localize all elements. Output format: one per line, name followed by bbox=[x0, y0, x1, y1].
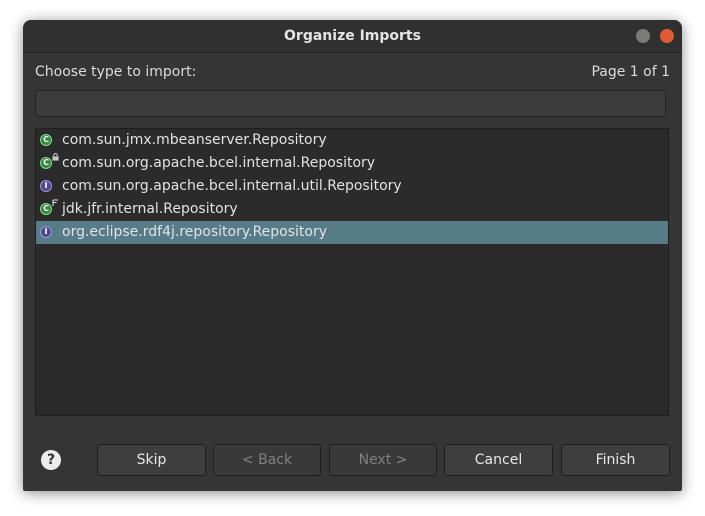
finish-button[interactable]: Finish bbox=[561, 444, 670, 476]
type-row[interactable]: C com.sun.jmx.mbeanserver.Repository bbox=[36, 129, 668, 152]
minimize-button[interactable] bbox=[636, 29, 650, 43]
class-icon: C bbox=[40, 203, 52, 215]
close-button[interactable] bbox=[660, 29, 674, 43]
type-row-label: com.sun.jmx.mbeanserver.Repository bbox=[62, 132, 327, 148]
choose-type-label: Choose type to import: bbox=[35, 64, 197, 80]
type-row-label: jdk.jfr.internal.Repository bbox=[62, 201, 238, 217]
lock-icon bbox=[52, 153, 59, 161]
type-filter-input[interactable] bbox=[35, 90, 666, 117]
type-row[interactable]: I com.sun.org.apache.bcel.internal.util.… bbox=[36, 175, 668, 198]
cancel-button[interactable]: Cancel bbox=[444, 444, 553, 476]
help-icon[interactable]: ? bbox=[41, 450, 61, 470]
interface-icon: I bbox=[40, 180, 52, 192]
type-row-selected[interactable]: I org.eclipse.rdf4j.repository.Repositor… bbox=[36, 221, 668, 244]
type-row[interactable]: C com.sun.org.apache.bcel.internal.Repos… bbox=[36, 152, 668, 175]
final-flag-icon bbox=[52, 199, 58, 206]
interface-icon: I bbox=[40, 226, 52, 238]
class-icon: C bbox=[40, 134, 52, 146]
type-row-label: org.eclipse.rdf4j.repository.Repository bbox=[62, 224, 328, 240]
page-indicator: Page 1 of 1 bbox=[591, 64, 670, 80]
type-row-label: com.sun.org.apache.bcel.internal.Reposit… bbox=[62, 155, 376, 171]
type-list[interactable]: C com.sun.jmx.mbeanserver.Repository C c… bbox=[35, 128, 669, 416]
organize-imports-dialog: Organize Imports Choose type to import: … bbox=[23, 20, 682, 491]
next-button[interactable]: Next > bbox=[329, 444, 437, 476]
title-bar[interactable]: Organize Imports bbox=[23, 20, 682, 53]
skip-button[interactable]: Skip bbox=[97, 444, 206, 476]
class-icon: C bbox=[40, 157, 52, 169]
dialog-title: Organize Imports bbox=[284, 28, 421, 44]
type-row[interactable]: C jdk.jfr.internal.Repository bbox=[36, 198, 668, 221]
back-button[interactable]: < Back bbox=[213, 444, 321, 476]
type-row-label: com.sun.org.apache.bcel.internal.util.Re… bbox=[62, 178, 402, 194]
